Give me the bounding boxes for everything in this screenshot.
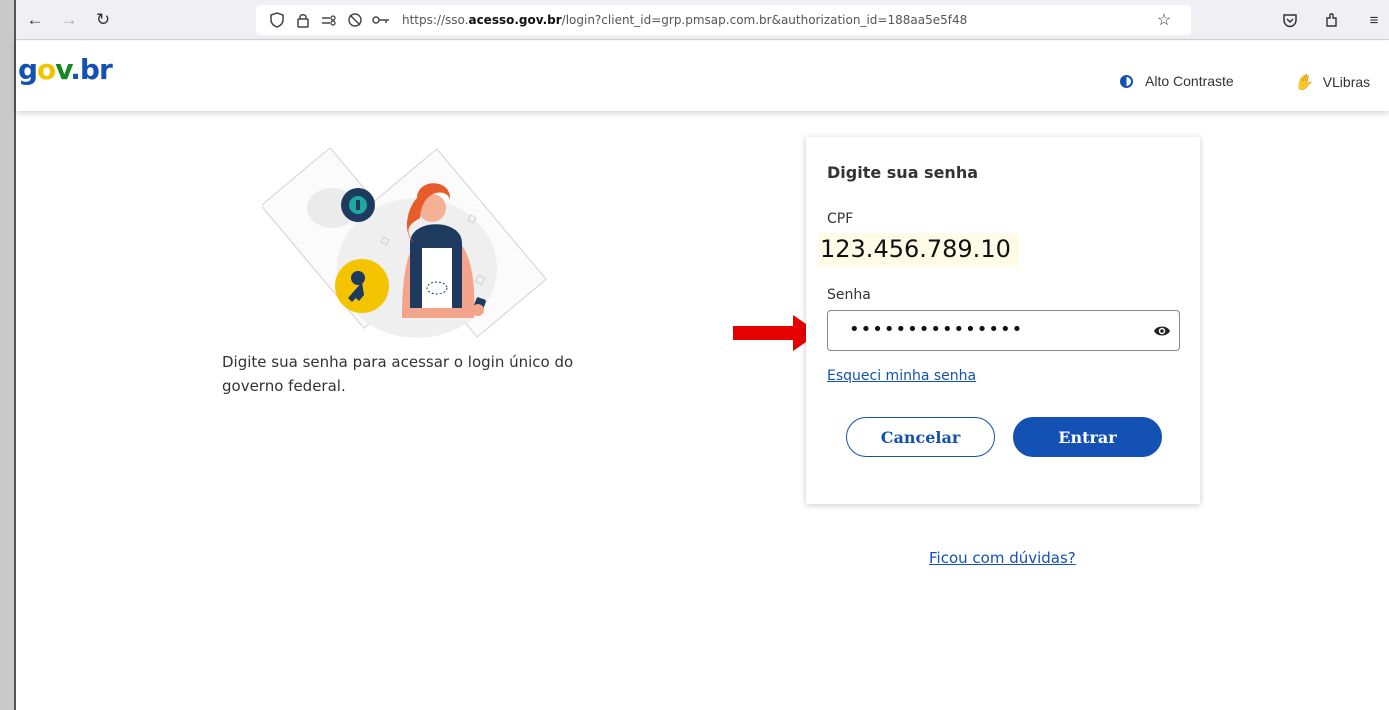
url-prefix: https://sso. [402, 13, 469, 27]
contrast-icon [1120, 74, 1133, 88]
address-bar[interactable]: https://sso.acesso.gov.br/login?client_i… [256, 5, 1191, 35]
browser-toolbar: ← → ↻ https://sso.acesso.gov.br/login?cl… [16, 0, 1389, 40]
url-path: /login?client_id=grp.pmsap.com.br&author… [561, 13, 968, 27]
tracking-shield-icon[interactable] [266, 9, 288, 31]
cpf-value: 123.456.789.10 [818, 233, 1019, 267]
password-label: Senha [827, 287, 871, 303]
site-header: gov.br Alto Contraste ✋ VLibras [16, 41, 1389, 111]
cancel-button[interactable]: Cancelar [846, 417, 995, 457]
forward-arrow-icon[interactable]: → [54, 5, 84, 35]
forgot-password-link[interactable]: Esqueci minha senha [827, 368, 976, 384]
vlibras-toggle[interactable]: ✋ VLibras [1294, 73, 1370, 91]
login-title: Digite sua senha [827, 163, 979, 182]
login-card: Digite sua senha CPF 123.456.789.10 Senh… [806, 137, 1200, 504]
menu-icon[interactable]: ≡ [1359, 5, 1389, 35]
key-icon[interactable] [370, 9, 392, 31]
cpf-label: CPF [827, 211, 854, 227]
high-contrast-toggle[interactable]: Alto Contraste [1120, 73, 1234, 89]
back-arrow-icon[interactable]: ← [20, 5, 50, 35]
logo-letter-o: o [37, 53, 56, 86]
high-contrast-label: Alto Contraste [1145, 73, 1234, 89]
show-password-eye-icon[interactable] [1153, 323, 1171, 339]
reload-icon[interactable]: ↻ [88, 5, 118, 35]
logo-letter-g: g [18, 53, 38, 86]
bookmark-star-icon[interactable]: ☆ [1153, 9, 1175, 31]
password-masked-value: ••••••••••••••• [849, 319, 1024, 340]
url-text[interactable]: https://sso.acesso.gov.br/login?client_i… [402, 13, 967, 27]
logo-letter-v: v [55, 53, 71, 86]
password-field[interactable]: ••••••••••••••• [827, 310, 1180, 351]
logo-letters-br: .br [70, 53, 112, 86]
intro-text: Digite sua senha para acessar o login ún… [222, 353, 574, 395]
toolbar-actions: ≡ [1271, 5, 1389, 35]
url-domain: acesso.gov.br [468, 13, 562, 27]
pocket-icon[interactable] [1275, 5, 1305, 35]
lock-icon[interactable] [292, 9, 314, 31]
vlibras-label: VLibras [1322, 74, 1371, 90]
permissions-icon[interactable] [318, 9, 340, 31]
sign-language-icon: ✋ [1294, 74, 1313, 91]
govbr-logo[interactable]: gov.br [18, 53, 113, 86]
help-link[interactable]: Ficou com dúvidas? [929, 549, 1076, 567]
location-blocked-icon[interactable] [344, 9, 366, 31]
submit-button[interactable]: Entrar [1013, 417, 1162, 457]
login-illustration [260, 146, 562, 353]
extensions-icon[interactable] [1317, 5, 1347, 35]
